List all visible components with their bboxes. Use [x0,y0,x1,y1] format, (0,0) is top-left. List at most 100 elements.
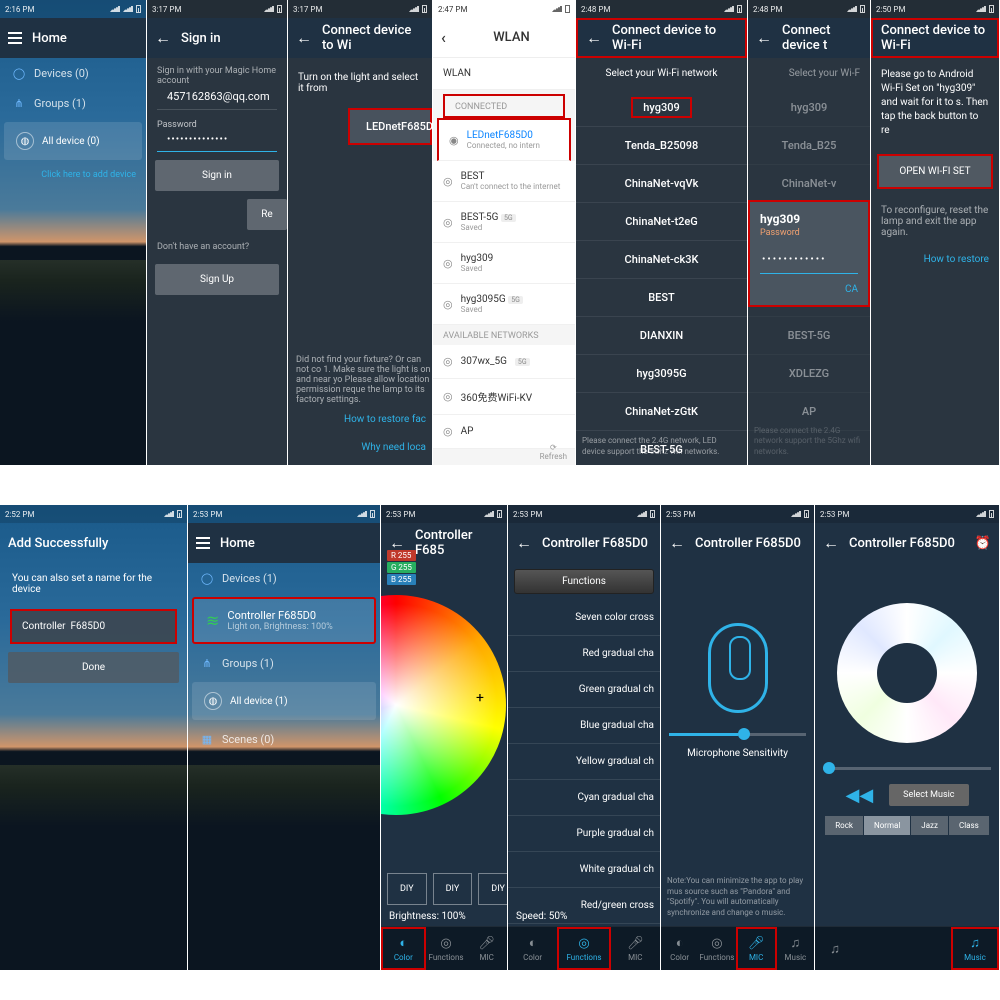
wifi-item[interactable]: BEST [576,279,747,317]
functions-dropdown[interactable]: Functions [514,569,654,594]
wifi-icon: ◎ [443,390,453,403]
function-item[interactable]: Blue gradual cha [508,708,660,744]
color-picker-cursor[interactable]: + [476,690,484,706]
back-icon[interactable]: ← [155,28,171,48]
back-icon[interactable]: ← [823,533,839,553]
wifi-360[interactable]: ◎360免费WiFi-KV [433,379,575,415]
name-hint: You can also set a name for the device [0,563,187,605]
signup-button[interactable]: Sign Up [155,264,279,295]
groups-section[interactable]: ⋔Groups (1) [0,88,146,118]
wifi-icon: ◎ [443,425,453,438]
wifi-hyg309[interactable]: ◎hyg309Saved [433,243,575,284]
back-icon[interactable]: ‹ [441,28,446,47]
diy-button[interactable]: DIY [433,873,473,905]
tab-mic[interactable]: 🎤︎MIC [736,927,777,970]
wifi-307wx[interactable]: ◎307wx_5G 5G [433,345,575,379]
wifi-item[interactable]: ChinaNet-t2eG [576,203,747,241]
tab-color[interactable]: ◐Color [661,927,698,970]
devices-section[interactable]: ◯Devices (1) [188,563,380,593]
microphone-icon[interactable] [708,623,768,713]
music-icon: ♫ [970,935,980,951]
function-item[interactable]: White gradual ch [508,852,660,888]
scenes-section[interactable]: ▦Scenes (0) [188,724,380,754]
function-item[interactable]: Green gradual ch [508,672,660,708]
function-item[interactable]: Red gradual cha [508,636,660,672]
done-button[interactable]: Done [8,652,179,683]
groups-section[interactable]: ⋔Groups (1) [188,648,380,678]
function-item[interactable]: Seven color cross [508,600,660,636]
mode-class[interactable]: Class [949,816,989,835]
wifi-item[interactable]: DIANXIN [576,317,747,355]
function-item[interactable]: Yellow gradual ch [508,744,660,780]
back-icon[interactable]: ← [516,533,532,553]
wifi-best5g[interactable]: ◎BEST-5G 5GSaved [433,202,575,243]
wifi-lednet[interactable]: ◉LEDnetF685D0Connected, no intern [437,118,571,161]
tab-mic[interactable]: 🎤︎MIC [466,927,507,970]
tab-functions[interactable]: ◎Functions [426,927,467,970]
devices-section[interactable]: ◯Devices (0) [0,58,146,88]
password-field[interactable]: •••••••••••••• [157,132,277,152]
prev-button[interactable]: ◀◀ [845,785,873,806]
mode-normal[interactable]: Normal [864,816,910,835]
tab-music[interactable]: ♫Music [777,927,814,970]
device-name-input[interactable] [12,611,175,642]
network-hint: Please connect the 2.4G network support … [754,426,864,457]
tab-functions[interactable]: ◎Functions [557,927,610,970]
wifi-item[interactable]: ChinaNet-zGtK [576,393,747,431]
wifi-item[interactable]: ChinaNet-ck3K [576,241,747,279]
screen-add-success: 2:52 PM Add Successfully You can also se… [0,505,188,970]
wifi-item[interactable]: hyg3095G [576,355,747,393]
tab-functions[interactable]: ◎Functions [698,927,735,970]
wifi-item[interactable]: Tenda_B25098 [576,127,747,165]
clock-icon[interactable]: ⏰ [975,536,991,551]
tab-color[interactable]: ◐Color [508,927,557,970]
re-button[interactable]: Re [247,199,287,230]
restore-link[interactable]: How to restore [871,248,999,271]
wifi-hyg3095g[interactable]: ◎hyg3095G 5GSaved [433,284,575,325]
color-wheel[interactable] [381,595,506,815]
mode-rock[interactable]: Rock [825,816,863,835]
diy-button[interactable]: DIY [478,873,508,905]
wifi-item[interactable]: ChinaNet-vqVk [576,165,747,203]
tab-color[interactable]: ◐Color [381,927,426,970]
progress-slider[interactable] [823,767,991,770]
status-bar: 2:50 PM [871,0,999,18]
rgb-values: R 255G 255B 255 [387,550,416,586]
all-device-row[interactable]: ◍All device (0) [4,122,142,160]
tab-music[interactable]: ♫Music [951,927,999,970]
email-field[interactable]: 457162863@qq.com [157,88,277,110]
music-disc[interactable] [837,603,977,743]
refresh-button[interactable]: ⟳Refresh [540,443,567,461]
controller-row[interactable]: ≋ Controller F685D0Light on, Brightness:… [192,597,376,644]
location-link[interactable]: Why need loca [361,442,426,453]
wlan-toggle-row[interactable]: WLAN [433,58,575,90]
wifi-item[interactable]: hyg309 [576,89,747,127]
password-input[interactable]: •••••••••••• [760,246,858,274]
wifi-best[interactable]: ◎BESTCan't connect to the internet [433,161,575,202]
function-item[interactable]: Purple gradual ch [508,816,660,852]
page-title: Controller F685 [415,528,499,558]
lednet-row[interactable]: LEDnetF685D0 [348,108,432,145]
back-icon[interactable]: ← [669,533,685,553]
tab-music-partial[interactable]: ♫ [815,927,855,970]
menu-icon[interactable] [8,32,22,44]
signin-button[interactable]: Sign in [155,160,279,191]
add-device-link[interactable]: Click here to add device [0,164,146,186]
back-icon[interactable]: ← [586,28,602,48]
open-wifi-button[interactable]: OPEN WI-FI SET [877,154,993,189]
all-device-row[interactable]: ◍All device (1) [192,682,376,720]
functions-icon: ◎ [711,936,722,951]
back-icon[interactable]: ← [756,28,772,48]
cancel-button[interactable]: CA [760,284,858,295]
function-item[interactable]: Cyan gradual cha [508,780,660,816]
menu-icon[interactable] [196,537,210,549]
select-music-button[interactable]: Select Music [889,784,968,806]
status-bar: 2:48 PM [748,0,870,18]
page-title: Controller F685D0 [542,536,648,551]
back-icon[interactable]: ← [296,28,312,48]
diy-button[interactable]: DIY [387,873,427,905]
mode-jazz[interactable]: Jazz [911,816,948,835]
sensitivity-slider[interactable] [669,733,806,736]
tab-mic[interactable]: 🎤︎MIC [611,927,660,970]
restore-link[interactable]: How to restore fac [344,414,426,425]
